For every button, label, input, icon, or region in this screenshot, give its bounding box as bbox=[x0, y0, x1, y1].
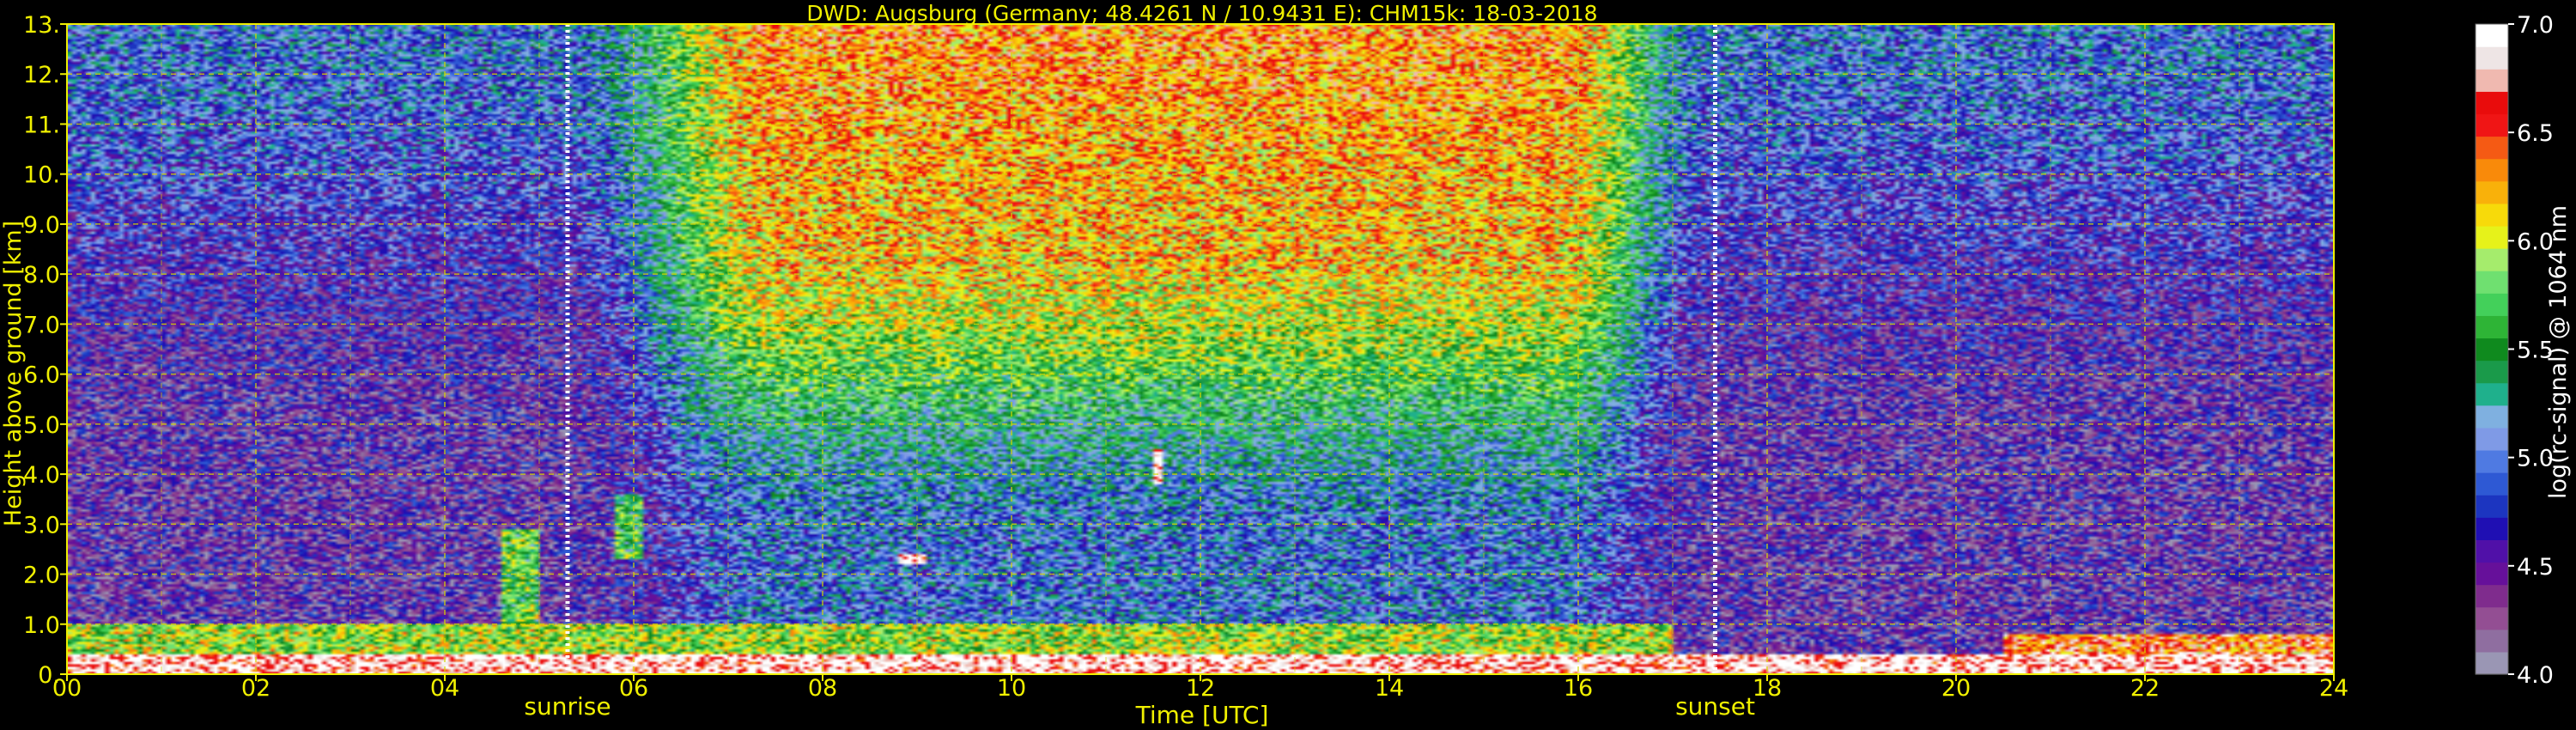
y-tick-label: 3.0 bbox=[23, 512, 60, 538]
x-tick-label: 02 bbox=[241, 675, 270, 702]
sunset-label: sunset bbox=[1675, 692, 1755, 721]
colorbar-tick-label: 6.5 bbox=[2517, 120, 2554, 147]
y-tick-label: 6.0 bbox=[23, 362, 60, 389]
x-tick-label: 24 bbox=[2319, 675, 2348, 702]
colorbar-tick-label: 4.0 bbox=[2517, 662, 2554, 689]
y-tick-label: 10. bbox=[23, 162, 60, 189]
colorbar-segment bbox=[2476, 495, 2508, 518]
y-tick-label: 8.0 bbox=[23, 262, 60, 289]
x-tick-label: 22 bbox=[2130, 675, 2160, 702]
y-tick-label: 11. bbox=[23, 112, 60, 138]
x-axis-label: Time [UTC] bbox=[1135, 701, 1269, 729]
colorbar-segment bbox=[2476, 629, 2508, 653]
y-tick-label: 0. bbox=[38, 662, 60, 689]
y-tick-label: 12. bbox=[23, 62, 60, 88]
colorbar-label: log(rc-signal) @ 1064 nm bbox=[2545, 205, 2572, 499]
y-tick-label: 4.0 bbox=[23, 462, 60, 489]
colorbar-segment bbox=[2476, 606, 2508, 630]
x-tick-label: 16 bbox=[1564, 675, 1593, 702]
colorbar-segment bbox=[2476, 24, 2508, 47]
colorbar-segment bbox=[2476, 180, 2508, 204]
chart-title: DWD: Augsburg (Germany; 48.4261 N / 10.9… bbox=[806, 1, 1597, 26]
colorbar-segment bbox=[2476, 315, 2508, 339]
colorbar-segment bbox=[2476, 338, 2508, 362]
y-tick-label: 2.0 bbox=[23, 563, 60, 589]
x-tick-label: 12 bbox=[1186, 675, 1215, 702]
colorbar-segment bbox=[2476, 584, 2508, 608]
y-tick-label: 13. bbox=[23, 12, 60, 39]
y-axis-label: Height above ground [km] bbox=[0, 221, 27, 526]
x-tick-label: 06 bbox=[619, 675, 648, 702]
x-tick-label: 08 bbox=[808, 675, 837, 702]
colorbar-segment bbox=[2476, 405, 2508, 429]
colorbar-segment bbox=[2476, 225, 2508, 249]
x-tick-label: 14 bbox=[1375, 675, 1404, 702]
colorbar-segment bbox=[2476, 360, 2508, 384]
x-tick-label: 20 bbox=[1941, 675, 1971, 702]
colorbar-segment bbox=[2476, 517, 2508, 540]
colorbar-segment bbox=[2476, 651, 2508, 675]
y-tick-label: 7.0 bbox=[23, 312, 60, 338]
y-tick-label: 1.0 bbox=[23, 612, 60, 639]
y-tick-label: 9.0 bbox=[23, 212, 60, 239]
colorbar-segment bbox=[2476, 69, 2508, 92]
colorbar-segment bbox=[2476, 113, 2508, 137]
colorbar-segment bbox=[2476, 158, 2508, 182]
colorbar-segment bbox=[2476, 248, 2508, 271]
colorbar-segment bbox=[2476, 562, 2508, 586]
y-tick-label: 5.0 bbox=[23, 412, 60, 439]
colorbar-segment bbox=[2476, 203, 2508, 227]
colorbar-segment bbox=[2476, 46, 2508, 70]
ceilometer-chart: sunrise sunset 00 02 04 06 08 10 12 14 16 18 20 22 24… bbox=[0, 0, 2576, 730]
x-tick-label: 04 bbox=[430, 675, 459, 702]
colorbar-segment bbox=[2476, 136, 2508, 160]
colorbar-segment bbox=[2476, 91, 2508, 115]
colorbar-segment bbox=[2476, 539, 2508, 563]
colorbar-segment bbox=[2476, 449, 2508, 473]
colorbar-segment bbox=[2476, 427, 2508, 451]
colorbar-segment bbox=[2476, 382, 2508, 406]
colorbar-tick-label: 7.0 bbox=[2517, 12, 2554, 39]
colorbar-tick-label: 4.5 bbox=[2517, 554, 2554, 581]
colorbar-segment bbox=[2476, 293, 2508, 316]
x-tick-label: 18 bbox=[1753, 675, 1782, 702]
colorbar-segment bbox=[2476, 472, 2508, 496]
sunrise-label: sunrise bbox=[524, 692, 611, 721]
x-tick-label: 10 bbox=[997, 675, 1026, 702]
colorbar-segment bbox=[2476, 271, 2508, 294]
